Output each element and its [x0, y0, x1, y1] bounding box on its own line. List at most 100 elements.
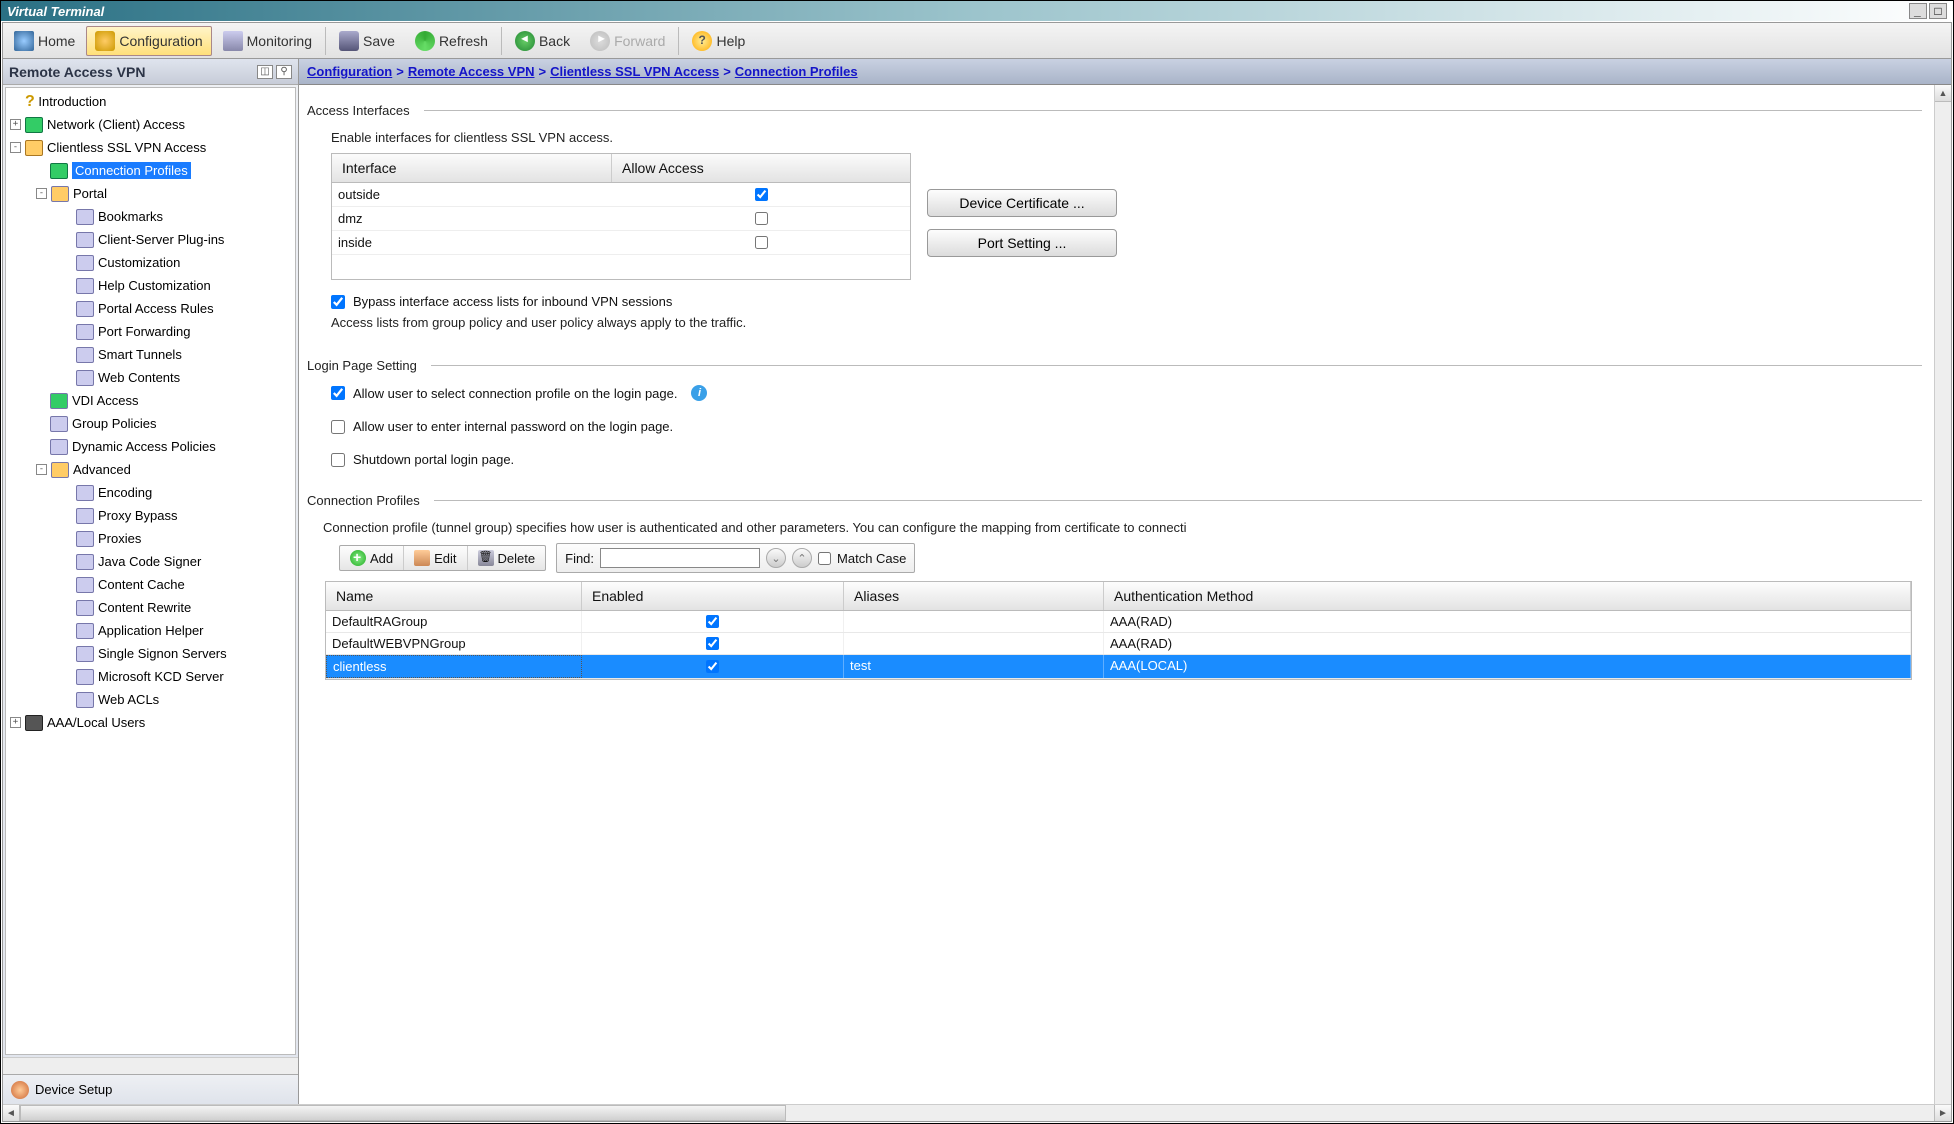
tree-help-customization[interactable]: Help Customization: [6, 274, 295, 297]
tree-portal[interactable]: -Portal: [6, 182, 295, 205]
find-prev-icon[interactable]: ⌃: [792, 548, 812, 568]
device-certificate-button[interactable]: Device Certificate ...: [927, 189, 1117, 217]
breadcrumb-configuration[interactable]: Configuration: [307, 64, 392, 79]
col-aliases[interactable]: Aliases: [844, 582, 1104, 610]
tree-proxies[interactable]: Proxies: [6, 527, 295, 550]
configuration-button[interactable]: Configuration: [86, 26, 211, 56]
refresh-button[interactable]: Refresh: [406, 26, 497, 56]
sidebar-pin-icon[interactable]: ⚲: [276, 65, 292, 79]
tree-bookmarks[interactable]: Bookmarks: [6, 205, 295, 228]
tree-clientless-ssl-vpn-access[interactable]: -Clientless SSL VPN Access: [6, 136, 295, 159]
profile-row-clientless[interactable]: clientless test AAA(LOCAL): [326, 655, 1911, 679]
col-enabled[interactable]: Enabled: [582, 582, 844, 610]
tree-content-cache[interactable]: Content Cache: [6, 573, 295, 596]
tree-aaa-local-users[interactable]: +AAA/Local Users: [6, 711, 295, 734]
connection-profiles-title: Connection Profiles: [307, 493, 1922, 508]
enabled-checkbox[interactable]: [706, 615, 719, 628]
back-button[interactable]: Back: [506, 26, 579, 56]
sidebar-section-device-setup[interactable]: Device Setup: [3, 1074, 298, 1104]
monitor-icon: [223, 31, 243, 51]
match-case-checkbox[interactable]: [818, 552, 831, 565]
info-icon[interactable]: i: [691, 385, 707, 401]
home-button[interactable]: Home: [5, 26, 84, 56]
breadcrumb-connection-profiles[interactable]: Connection Profiles: [735, 64, 858, 79]
find-next-icon[interactable]: ⌄: [766, 548, 786, 568]
iface-row-outside: outside: [332, 183, 910, 207]
tree-content-rewrite[interactable]: Content Rewrite: [6, 596, 295, 619]
allow-dmz-checkbox[interactable]: [755, 212, 768, 225]
window-title: Virtual Terminal: [7, 4, 104, 19]
enabled-checkbox[interactable]: [706, 637, 719, 650]
tree-java-code-signer[interactable]: Java Code Signer: [6, 550, 295, 573]
tree-web-contents[interactable]: Web Contents: [6, 366, 295, 389]
sidebar-detach-icon[interactable]: ◫: [257, 65, 273, 79]
profile-row-defaultwebvpngroup[interactable]: DefaultWEBVPNGroup AAA(RAD): [326, 633, 1911, 655]
monitoring-button[interactable]: Monitoring: [214, 26, 321, 56]
delete-button[interactable]: Delete: [468, 546, 546, 570]
tree-customization[interactable]: Customization: [6, 251, 295, 274]
forward-button[interactable]: Forward: [581, 26, 674, 56]
panel-vscrollbar[interactable]: ▲: [1934, 85, 1951, 1104]
profile-row-defaultragroup[interactable]: DefaultRAGroup AAA(RAD): [326, 611, 1911, 633]
enabled-checkbox[interactable]: [706, 660, 719, 673]
nav-tree[interactable]: ? Introduction +Network (Client) Access …: [5, 87, 296, 1055]
page-icon: [76, 485, 94, 501]
tree-application-helper[interactable]: Application Helper: [6, 619, 295, 642]
tree-introduction[interactable]: ? Introduction: [6, 90, 295, 113]
tree-portal-access-rules[interactable]: Portal Access Rules: [6, 297, 295, 320]
breadcrumb-clientless-ssl-vpn-access[interactable]: Clientless SSL VPN Access: [550, 64, 719, 79]
tree-encoding[interactable]: Encoding: [6, 481, 295, 504]
minimize-button[interactable]: _: [1909, 3, 1927, 19]
scroll-thumb[interactable]: [20, 1105, 786, 1121]
help-button[interactable]: Help: [683, 26, 754, 56]
find-input[interactable]: [600, 548, 760, 568]
scroll-right-icon[interactable]: ►: [1934, 1105, 1951, 1121]
col-allow-access[interactable]: Allow Access: [612, 154, 910, 182]
shutdown-portal-checkbox[interactable]: [331, 453, 345, 467]
tree-dynamic-access-policies[interactable]: Dynamic Access Policies: [6, 435, 295, 458]
col-interface[interactable]: Interface: [332, 154, 612, 182]
nav-sidebar: Remote Access VPN ◫ ⚲ ? Introduction +Ne…: [3, 59, 299, 1104]
breadcrumb-remote-access-vpn[interactable]: Remote Access VPN: [408, 64, 535, 79]
col-name[interactable]: Name: [326, 582, 582, 610]
scroll-left-icon[interactable]: ◄: [3, 1105, 20, 1121]
page-icon: [76, 370, 94, 386]
tree-smart-tunnels[interactable]: Smart Tunnels: [6, 343, 295, 366]
maximize-button[interactable]: □: [1929, 3, 1947, 19]
login-page-title: Login Page Setting: [307, 358, 1922, 373]
page-icon: [76, 692, 94, 708]
col-auth-method[interactable]: Authentication Method: [1104, 582, 1911, 610]
bypass-acl-label: Bypass interface access lists for inboun…: [353, 294, 672, 309]
tree-vdi-access[interactable]: VDI Access: [6, 389, 295, 412]
tree-single-signon-servers[interactable]: Single Signon Servers: [6, 642, 295, 665]
tree-advanced[interactable]: -Advanced: [6, 458, 295, 481]
app-hscrollbar[interactable]: ◄ ►: [3, 1104, 1951, 1121]
allow-select-profile-checkbox[interactable]: [331, 386, 345, 400]
page-icon: [76, 623, 94, 639]
allow-inside-checkbox[interactable]: [755, 236, 768, 249]
page-icon: [76, 554, 94, 570]
scroll-up-icon[interactable]: ▲: [1935, 85, 1951, 102]
interfaces-table: Interface Allow Access outside dmz insid…: [331, 153, 911, 280]
allow-internal-password-checkbox[interactable]: [331, 420, 345, 434]
allow-outside-checkbox[interactable]: [755, 188, 768, 201]
tree-network-client-access[interactable]: +Network (Client) Access: [6, 113, 295, 136]
page-icon: [76, 600, 94, 616]
tree-client-server-plugins[interactable]: Client-Server Plug-ins: [6, 228, 295, 251]
port-setting-button[interactable]: Port Setting ...: [927, 229, 1117, 257]
tree-group-policies[interactable]: Group Policies: [6, 412, 295, 435]
bypass-acl-checkbox[interactable]: [331, 295, 345, 309]
tree-proxy-bypass[interactable]: Proxy Bypass: [6, 504, 295, 527]
edit-button[interactable]: Edit: [404, 546, 467, 570]
lock-icon: [25, 715, 43, 731]
add-button[interactable]: Add: [340, 546, 404, 570]
tree-port-forwarding[interactable]: Port Forwarding: [6, 320, 295, 343]
sidebar-hscrollbar[interactable]: [3, 1057, 298, 1074]
page-icon: [50, 439, 68, 455]
tree-connection-profiles[interactable]: Connection Profiles: [6, 159, 295, 182]
save-button[interactable]: Save: [330, 26, 404, 56]
page-icon: [76, 209, 94, 225]
tree-web-acls[interactable]: Web ACLs: [6, 688, 295, 711]
tree-microsoft-kcd-server[interactable]: Microsoft KCD Server: [6, 665, 295, 688]
help-icon: [692, 31, 712, 51]
